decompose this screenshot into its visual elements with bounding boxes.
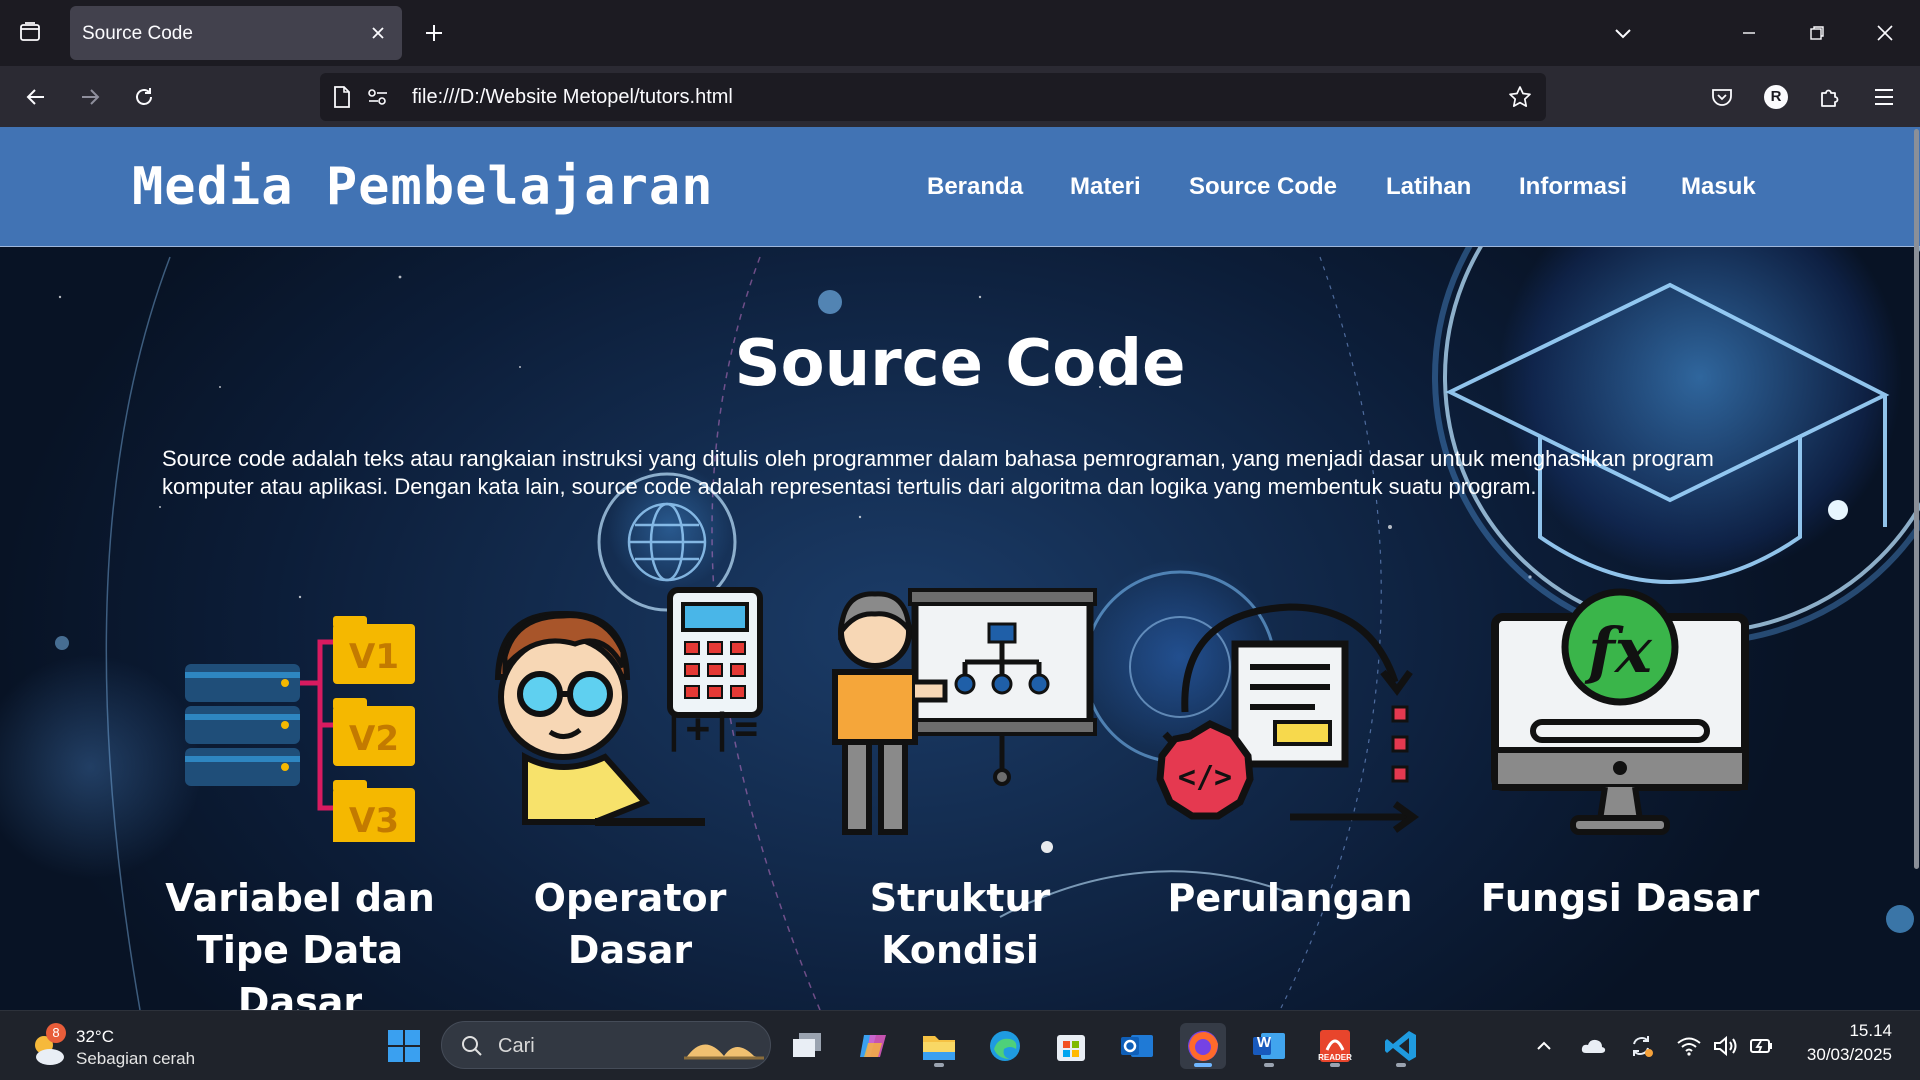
- monitor-function-icon: fx: [1491, 588, 1749, 835]
- operator-symbols: |+|=: [662, 706, 758, 753]
- presenter-flowchart-icon: [832, 588, 1097, 835]
- reader-label: READER: [1318, 1053, 1352, 1062]
- restore-icon[interactable]: [1800, 16, 1834, 50]
- browser-toolbar: file:///D:/Website Metopel/tutors.html R: [0, 66, 1920, 127]
- running-indicator: [1330, 1063, 1340, 1067]
- running-indicator: [1264, 1063, 1274, 1067]
- volume-icon[interactable]: [1710, 1031, 1740, 1061]
- firefox-icon[interactable]: [1180, 1023, 1226, 1069]
- nav-link-informasi[interactable]: Informasi: [1519, 173, 1627, 201]
- version-label-v1: V1: [349, 637, 399, 677]
- page-scrollbar[interactable]: [1912, 127, 1920, 1010]
- url-text[interactable]: file:///D:/Website Metopel/tutors.html: [412, 86, 733, 109]
- card-title[interactable]: Variabel dan Tipe Data Dasar: [135, 872, 465, 1010]
- nav-link-latihan[interactable]: Latihan: [1386, 173, 1471, 201]
- nav-link-beranda[interactable]: Beranda: [927, 173, 1023, 201]
- active-indicator: [1194, 1063, 1212, 1067]
- minimize-icon[interactable]: [1732, 16, 1766, 50]
- database-versions-icon: V1 V2 V3: [185, 616, 415, 842]
- copilot-icon[interactable]: [850, 1023, 896, 1069]
- task-view-icon[interactable]: [784, 1023, 830, 1069]
- search-placeholder: Cari: [498, 1035, 535, 1057]
- pocket-icon[interactable]: [1704, 79, 1740, 115]
- card-title[interactable]: Perulangan: [1125, 872, 1455, 924]
- account-initial: R: [1770, 88, 1782, 105]
- weather-temperature: 32°C: [76, 1027, 114, 1046]
- student-calculator-icon: |+|=: [494, 587, 763, 826]
- extensions-puzzle-icon[interactable]: [1812, 79, 1848, 115]
- scrollbar-thumb[interactable]: [1914, 129, 1919, 869]
- clock-date[interactable]: 30/03/2025: [1807, 1045, 1892, 1065]
- new-tab-icon[interactable]: [418, 17, 450, 49]
- code-tag-symbol: </>: [1178, 760, 1232, 795]
- battery-icon[interactable]: [1746, 1031, 1776, 1061]
- wifi-icon[interactable]: [1674, 1031, 1704, 1061]
- reload-icon[interactable]: [126, 79, 162, 115]
- page-title: Source Code: [734, 327, 1186, 401]
- taskbar-search-box[interactable]: Cari: [441, 1021, 771, 1069]
- card-title[interactable]: Struktur Kondisi: [795, 872, 1125, 976]
- bookmark-star-icon[interactable]: [1508, 85, 1532, 109]
- site-logo[interactable]: Media Pembelajaran: [132, 157, 714, 217]
- pdf-reader-icon[interactable]: READER: [1312, 1023, 1358, 1069]
- nav-link-masuk[interactable]: Masuk: [1681, 173, 1756, 201]
- search-icon: [462, 1036, 482, 1056]
- web-page: Media Pembelajaran Beranda Materi Source…: [0, 127, 1920, 1010]
- back-arrow-icon[interactable]: [18, 79, 54, 115]
- card-title[interactable]: Operator Dasar: [465, 872, 795, 976]
- weather-description: Sebagian cerah: [76, 1049, 196, 1068]
- file-explorer-icon[interactable]: [916, 1023, 962, 1069]
- version-label-v3: V3: [349, 801, 399, 841]
- windows-taskbar: 8 32°C Sebagian cerah Cari W READER 15.1…: [0, 1010, 1920, 1080]
- outlook-icon[interactable]: [1114, 1023, 1160, 1069]
- edge-browser-icon[interactable]: [982, 1023, 1028, 1069]
- clock-time[interactable]: 15.14: [1849, 1021, 1892, 1041]
- word-letter: W: [1256, 1034, 1272, 1051]
- card-title[interactable]: Fungsi Dasar: [1455, 872, 1785, 924]
- tab-list-icon[interactable]: [14, 16, 46, 48]
- close-window-icon[interactable]: [1868, 16, 1902, 50]
- version-label-v2: V2: [349, 719, 399, 759]
- page-document-icon[interactable]: [330, 85, 354, 109]
- running-indicator: [934, 1063, 944, 1067]
- function-fx-symbol: fx: [1584, 614, 1653, 687]
- microsoft-store-icon[interactable]: [1048, 1023, 1094, 1069]
- onedrive-cloud-icon[interactable]: [1578, 1031, 1608, 1061]
- browser-tab-strip: Source Code: [0, 0, 1920, 66]
- search-highlight-opera-house-icon: [684, 1044, 764, 1060]
- url-bar[interactable]: file:///D:/Website Metopel/tutors.html: [320, 73, 1546, 121]
- weather-widget[interactable]: 8 32°C Sebagian cerah: [28, 1023, 228, 1071]
- nav-link-materi[interactable]: Materi: [1070, 173, 1141, 201]
- word-icon[interactable]: W: [1246, 1023, 1292, 1069]
- nav-link-source-code[interactable]: Source Code: [1189, 173, 1337, 201]
- menu-hamburger-icon[interactable]: [1866, 79, 1902, 115]
- vscode-icon[interactable]: [1378, 1023, 1424, 1069]
- page-description: Source code adalah teks atau rangkaian i…: [162, 446, 1714, 499]
- weather-notification-badge: 8: [46, 1023, 66, 1043]
- forward-arrow-icon[interactable]: [72, 79, 108, 115]
- code-loop-icon: </>: [1156, 603, 1419, 833]
- tab-title: Source Code: [82, 23, 193, 44]
- running-indicator: [1396, 1063, 1406, 1067]
- tab-close-icon[interactable]: [364, 19, 392, 47]
- account-avatar-icon[interactable]: R: [1758, 79, 1794, 115]
- permissions-icon[interactable]: [366, 85, 390, 109]
- sync-update-icon[interactable]: [1626, 1031, 1656, 1061]
- site-header: Media Pembelajaran Beranda Materi Source…: [0, 127, 1920, 247]
- start-windows-icon[interactable]: [381, 1023, 427, 1069]
- show-hidden-icons-chevron-icon[interactable]: [1529, 1031, 1559, 1061]
- tab-overflow-chevron-icon[interactable]: [1606, 16, 1640, 50]
- browser-tab-active[interactable]: Source Code: [70, 6, 402, 60]
